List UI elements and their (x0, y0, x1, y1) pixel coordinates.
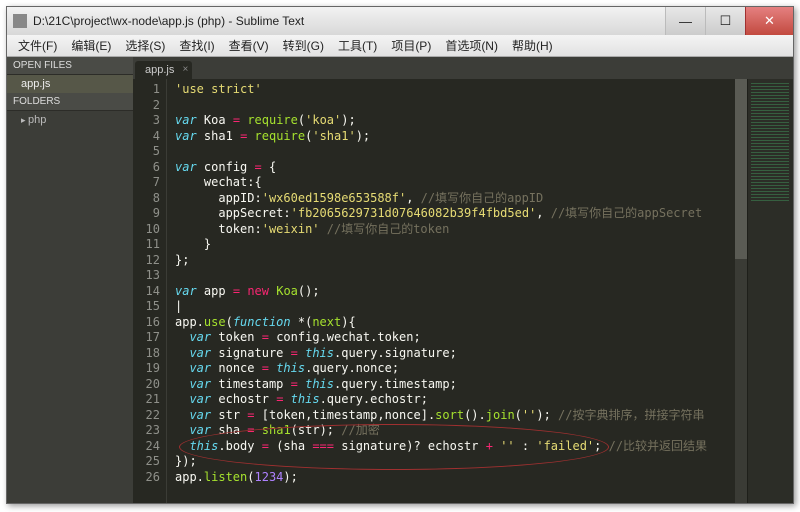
scroll-thumb[interactable] (735, 79, 747, 259)
tab-appjs[interactable]: app.js × (135, 61, 192, 79)
window-title: D:\21C\project\wx-node\app.js (php) - Su… (33, 14, 665, 28)
minimize-button[interactable]: — (665, 7, 705, 35)
menu-view[interactable]: 查看(V) (222, 37, 276, 54)
sidebar: OPEN FILES app.js FOLDERS php (7, 57, 133, 503)
menu-prefs[interactable]: 首选项(N) (438, 37, 505, 54)
open-files-header: OPEN FILES (7, 57, 133, 75)
minimap[interactable] (747, 79, 793, 503)
menu-find[interactable]: 查找(I) (172, 37, 221, 54)
window: D:\21C\project\wx-node\app.js (php) - Su… (6, 6, 794, 504)
titlebar[interactable]: D:\21C\project\wx-node\app.js (php) - Su… (7, 7, 793, 35)
tab-bar: app.js × (133, 57, 793, 79)
editor[interactable]: 1234567891011121314151617181920212223242… (133, 79, 793, 503)
menu-select[interactable]: 选择(S) (118, 37, 172, 54)
open-file-item[interactable]: app.js (7, 75, 133, 93)
menu-help[interactable]: 帮助(H) (505, 37, 560, 54)
close-button[interactable]: ✕ (745, 7, 793, 35)
gutter: 1234567891011121314151617181920212223242… (133, 79, 167, 503)
menu-edit[interactable]: 编辑(E) (64, 37, 118, 54)
maximize-button[interactable]: ☐ (705, 7, 745, 35)
code-lines[interactable]: 'use strict' var Koa = require('koa');va… (167, 79, 747, 503)
menubar: 文件(F) 编辑(E) 选择(S) 查找(I) 查看(V) 转到(G) 工具(T… (7, 35, 793, 57)
menu-project[interactable]: 项目(P) (384, 37, 438, 54)
scrollbar-vertical[interactable] (735, 79, 747, 503)
menu-goto[interactable]: 转到(G) (276, 37, 331, 54)
close-icon[interactable]: × (183, 64, 189, 75)
folders-header: FOLDERS (7, 93, 133, 111)
folder-item[interactable]: php (7, 111, 133, 129)
menu-file[interactable]: 文件(F) (11, 37, 64, 54)
app-icon (13, 14, 27, 28)
menu-tools[interactable]: 工具(T) (331, 37, 384, 54)
tab-label: app.js (145, 64, 174, 76)
